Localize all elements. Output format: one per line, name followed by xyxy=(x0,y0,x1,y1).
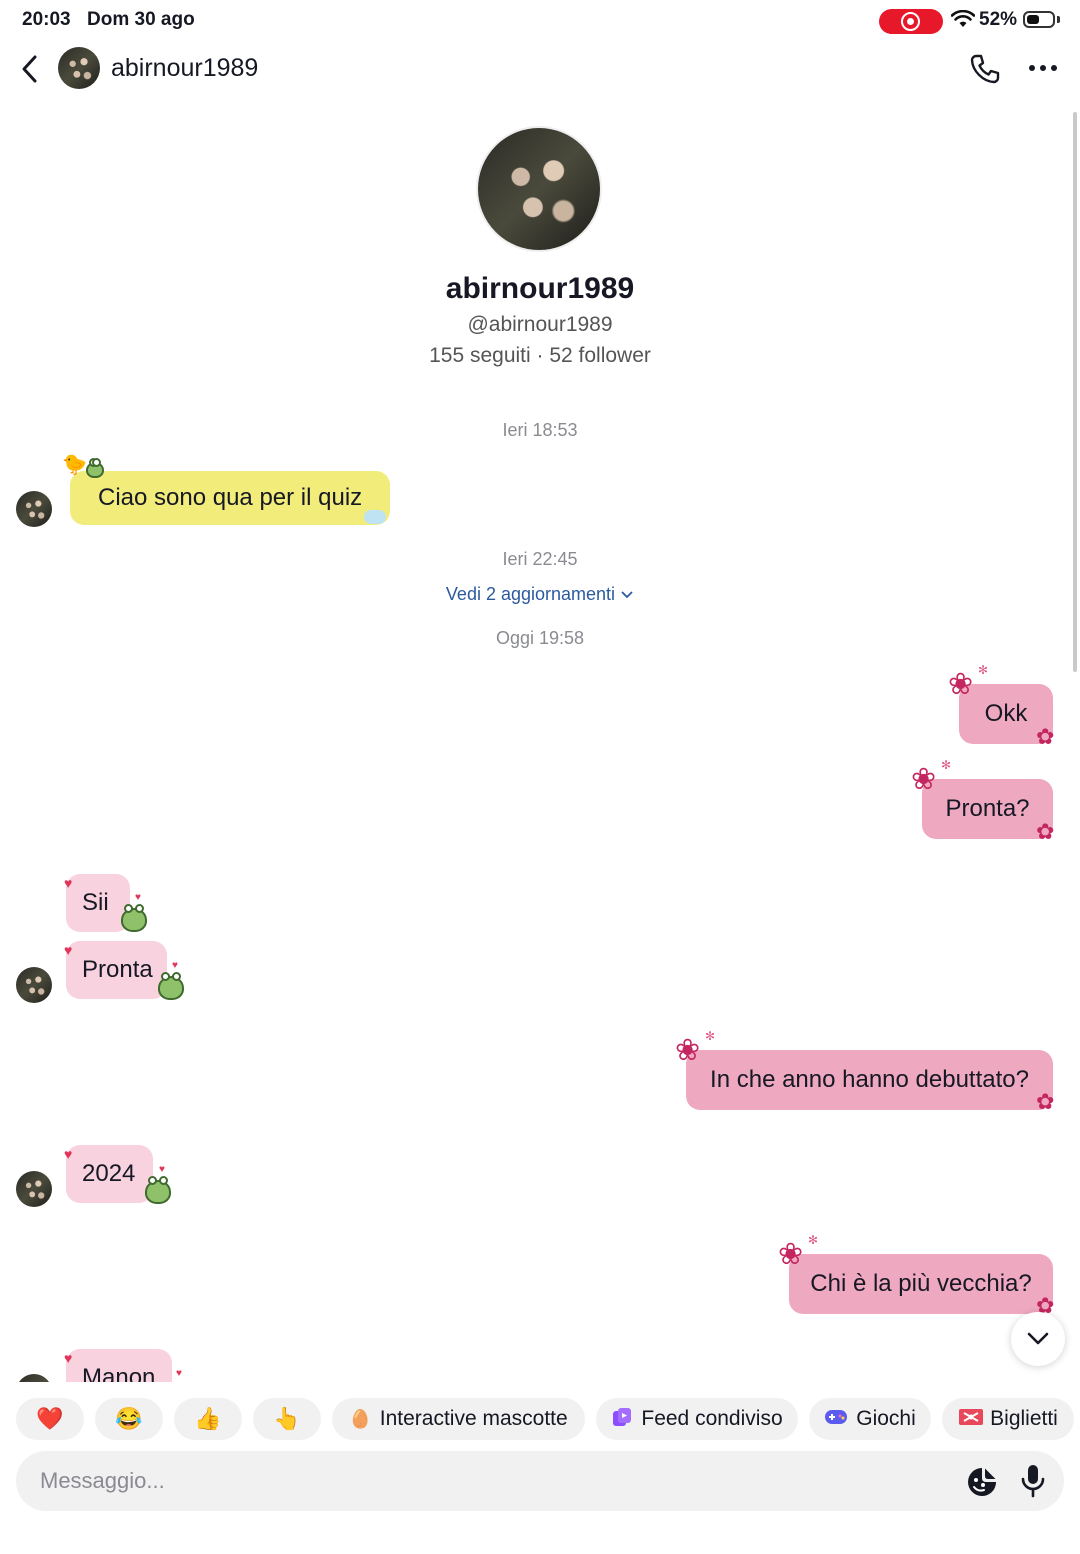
heart-icon: ♥ xyxy=(64,875,73,891)
message-bubble-outgoing[interactable]: In che anno hanno debuttato? xyxy=(686,1050,1053,1110)
shared-feed-chip[interactable]: Feed condiviso xyxy=(596,1398,798,1440)
record-icon xyxy=(901,12,920,31)
battery-icon xyxy=(1023,11,1055,28)
message-input[interactable]: Messaggio... xyxy=(16,1451,1064,1511)
flower-decoration-icon: ✿ xyxy=(1036,724,1055,749)
status-date: Dom 30 ago xyxy=(87,9,195,30)
heart-icon: ♥ xyxy=(159,1164,165,1175)
timestamp: Oggi 19:58 xyxy=(495,628,585,648)
scroll-to-bottom-button[interactable] xyxy=(1011,1312,1065,1366)
chevron-left-icon[interactable] xyxy=(18,54,42,84)
chip-label: Interactive mascotte xyxy=(379,1407,568,1430)
timestamp: Ieri 18:53 xyxy=(502,420,578,440)
sparkle-icon: ✻ xyxy=(941,758,952,772)
sparkle-icon: ✻ xyxy=(808,1233,819,1247)
quick-react-thumbs-up-button[interactable]: 👍 xyxy=(174,1398,242,1440)
heart-icon: ♥ xyxy=(176,1368,182,1379)
flower-decoration-icon: ✿ xyxy=(1036,819,1055,844)
heart-emoji-icon: ❤️ xyxy=(36,1406,64,1431)
sender-avatar[interactable] xyxy=(16,967,52,1003)
message-input-placeholder: Messaggio... xyxy=(40,1468,165,1493)
tickets-chip[interactable]: Biglietti xyxy=(942,1398,1074,1440)
chip-label: Biglietti xyxy=(990,1407,1058,1430)
flower-decoration-icon: ❀ xyxy=(948,668,974,701)
battery-percent: 52% xyxy=(979,9,1018,30)
message-bubble-incoming[interactable]: Ciao sono qua per il quiz xyxy=(70,471,390,525)
frog-sticker-icon xyxy=(145,1176,171,1204)
egg-mascot-icon: 🥚 xyxy=(349,1409,372,1429)
updates-link-label: Vedi 2 aggiornamenti xyxy=(445,584,616,604)
frog-sticker-icon xyxy=(121,904,147,932)
sender-avatar[interactable] xyxy=(16,491,52,527)
flower-decoration-icon: ❀ xyxy=(778,1238,804,1271)
gamepad-icon xyxy=(824,1408,848,1430)
battery-level xyxy=(1027,15,1039,24)
battery-cap xyxy=(1057,16,1060,23)
heart-icon: ♥ xyxy=(135,892,141,903)
games-chip[interactable]: Giochi xyxy=(809,1398,931,1440)
thumbs-up-emoji-icon: 👍 xyxy=(194,1406,222,1431)
quick-react-point-up-button[interactable]: 👆 xyxy=(253,1398,321,1440)
wifi-icon xyxy=(951,10,975,27)
microphone-icon[interactable] xyxy=(1020,1464,1046,1498)
chevron-down-icon xyxy=(621,591,633,599)
quick-react-laugh-button[interactable]: 😂 xyxy=(95,1398,163,1440)
flower-decoration-icon: ✿ xyxy=(1036,1089,1055,1114)
heart-icon: ♥ xyxy=(64,1350,73,1366)
chip-label: Feed condiviso xyxy=(641,1407,783,1430)
sparkle-icon: ✻ xyxy=(705,1029,716,1043)
updates-link[interactable]: Vedi 2 aggiornamenti xyxy=(0,584,1080,605)
profile-avatar[interactable] xyxy=(476,126,602,252)
heart-icon: ♥ xyxy=(64,1146,73,1162)
ellipsis-icon[interactable] xyxy=(1028,60,1058,76)
frog-sticker-icon xyxy=(86,458,104,478)
laughing-emoji-icon: 😂 xyxy=(115,1406,143,1431)
header-username[interactable]: abirnour1989 xyxy=(111,54,258,83)
status-time: 20:03 xyxy=(22,9,71,30)
message-bubble-outgoing[interactable]: Pronta? xyxy=(922,779,1053,839)
sticker-icon[interactable] xyxy=(966,1466,998,1498)
flower-decoration-icon: ❀ xyxy=(675,1034,701,1067)
timestamp: Ieri 22:45 xyxy=(502,549,578,569)
interactive-mascot-chip[interactable]: 🥚 Interactive mascotte xyxy=(332,1398,585,1440)
quick-react-heart-button[interactable]: ❤️ xyxy=(16,1398,84,1440)
shared-feed-icon xyxy=(611,1406,633,1432)
flower-decoration-icon: ❀ xyxy=(911,763,937,796)
header-avatar[interactable] xyxy=(58,47,100,89)
screen-record-indicator[interactable] xyxy=(879,9,943,34)
profile-stats: 155 seguiti · 52 follower xyxy=(429,344,651,367)
heart-icon: ♥ xyxy=(172,960,178,971)
chip-label: Giochi xyxy=(856,1407,916,1430)
duck-sticker-icon: 🐤 xyxy=(62,454,87,476)
sender-avatar[interactable] xyxy=(16,1171,52,1207)
message-bubble-incoming[interactable]: Pronta xyxy=(66,941,167,999)
cloud-icon xyxy=(364,510,386,524)
phone-icon[interactable] xyxy=(969,53,1001,85)
sparkle-icon: ✻ xyxy=(978,663,989,677)
message-bubble-outgoing[interactable]: Chi è la più vecchia? xyxy=(789,1254,1053,1314)
message-bubble-incoming[interactable]: 2024 xyxy=(66,1145,153,1203)
ticket-icon xyxy=(958,1407,984,1431)
frog-sticker-icon xyxy=(158,972,184,1000)
profile-name[interactable]: abirnour1989 xyxy=(0,272,1080,306)
heart-icon: ♥ xyxy=(64,942,73,958)
profile-handle: @abirnour1989 xyxy=(467,313,613,336)
point-up-emoji-icon: 👆 xyxy=(273,1406,301,1431)
chevron-down-icon xyxy=(1027,1332,1049,1345)
